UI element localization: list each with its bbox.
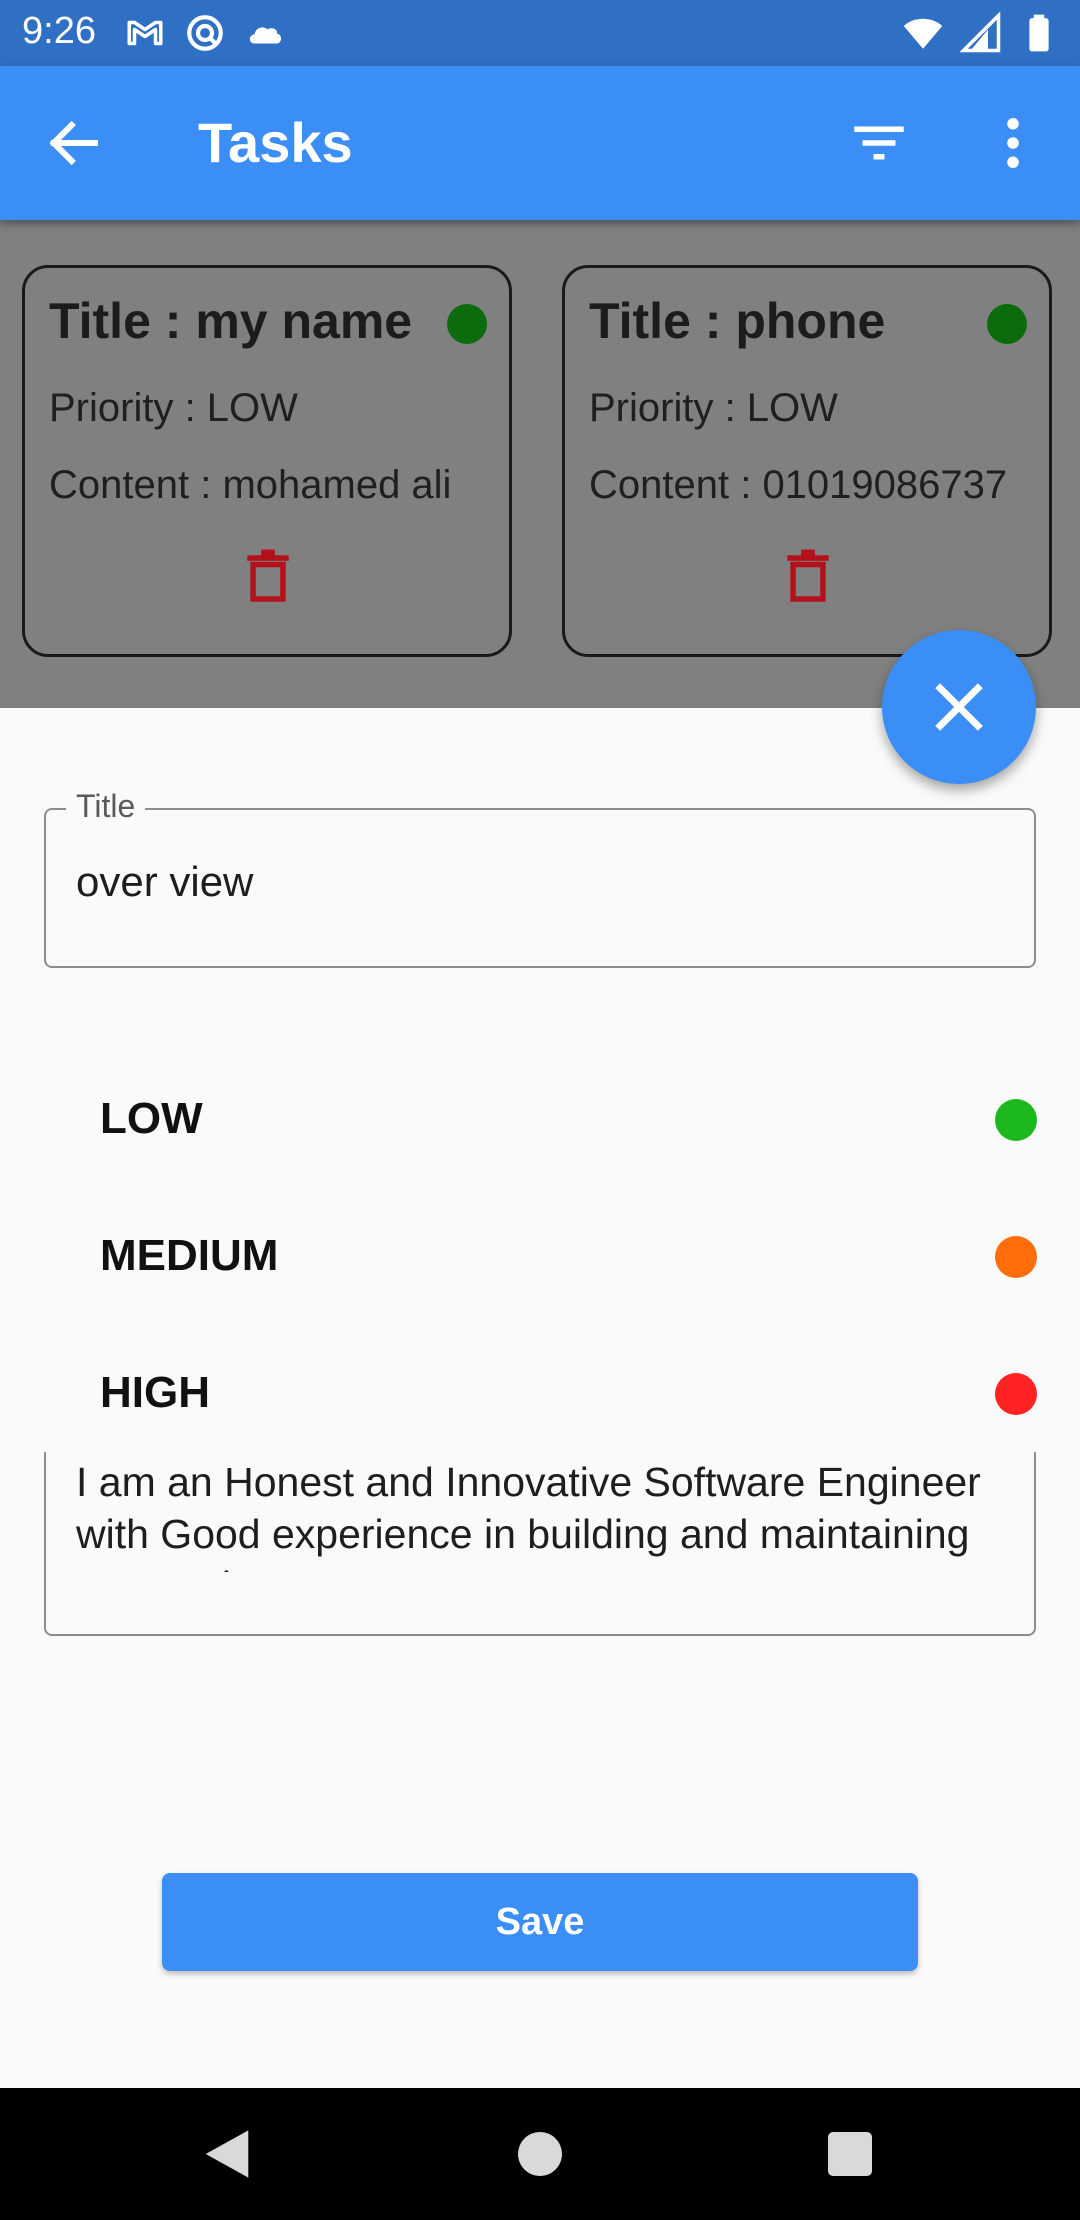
task-list-scrim[interactable]: Title : my name Priority : LOW Content :… [0,220,1080,708]
priority-option-medium[interactable]: MEDIUM [0,1201,1080,1311]
close-sheet-button[interactable] [882,630,1036,784]
priority-label: MEDIUM [100,1231,279,1280]
app-bar: Tasks [0,66,1080,220]
priority-dot [995,1373,1037,1415]
nav-back-icon[interactable] [202,2128,252,2180]
priority-dot [995,1099,1037,1141]
task-title: Title : my name [49,293,413,349]
signal-icon [960,12,1001,53]
task-content: Content : mohamed ali [49,463,452,507]
content-input[interactable]: I am an Honest and Innovative Software E… [76,1456,996,1572]
nav-home-icon[interactable] [518,2132,562,2176]
task-card[interactable]: Title : phone Priority : LOW Content : 0… [562,265,1052,657]
priority-label: HIGH [100,1368,210,1417]
task-status-dot [987,304,1027,344]
cloud-icon [249,27,282,44]
priority-label: LOW [100,1094,203,1143]
screen: 9:26 Tasks Title: my name Priority: LO… [0,0,1080,2220]
title-input[interactable] [76,858,996,906]
sync-icon [187,15,223,51]
delete-icon[interactable] [245,548,291,604]
nav-recents-icon[interactable] [828,2132,872,2176]
task-card[interactable]: Title : my name Priority : LOW Content :… [22,265,512,657]
title-field[interactable]: Title [44,788,1036,968]
gmail-icon [127,20,163,46]
task-content: Content : 01019086737 [589,463,1008,507]
close-icon [935,683,983,731]
task-title: Title : phone [589,293,886,349]
arrow-back-icon[interactable] [40,110,106,176]
title-field-label: Title [66,788,146,825]
priority-option-high[interactable]: HIGH [0,1338,1080,1448]
status-time: 9:26 [22,10,96,52]
save-button[interactable]: Save [162,1873,918,1971]
page-title: Tasks [198,111,353,174]
priority-dot [995,1236,1037,1278]
add-task-sheet: Title LOW MEDIUM HIGH I am an Honest and… [0,708,1080,2088]
status-icons-left [124,12,286,54]
delete-icon[interactable] [785,548,831,604]
content-field[interactable]: I am an Honest and Innovative Software E… [44,1452,1036,1636]
status-bar: 9:26 [0,0,1080,66]
wifi-icon [903,18,943,49]
battery-icon [1029,14,1049,52]
system-nav-bar [0,2088,1080,2220]
more-vert-icon[interactable] [980,110,1046,176]
task-priority: Priority : LOW [589,386,838,430]
task-priority: Priority : LOW [49,386,298,430]
priority-option-low[interactable]: LOW [0,1064,1080,1174]
task-status-dot [447,304,487,344]
filter-icon[interactable] [846,110,912,176]
status-icons-right [902,12,1060,54]
